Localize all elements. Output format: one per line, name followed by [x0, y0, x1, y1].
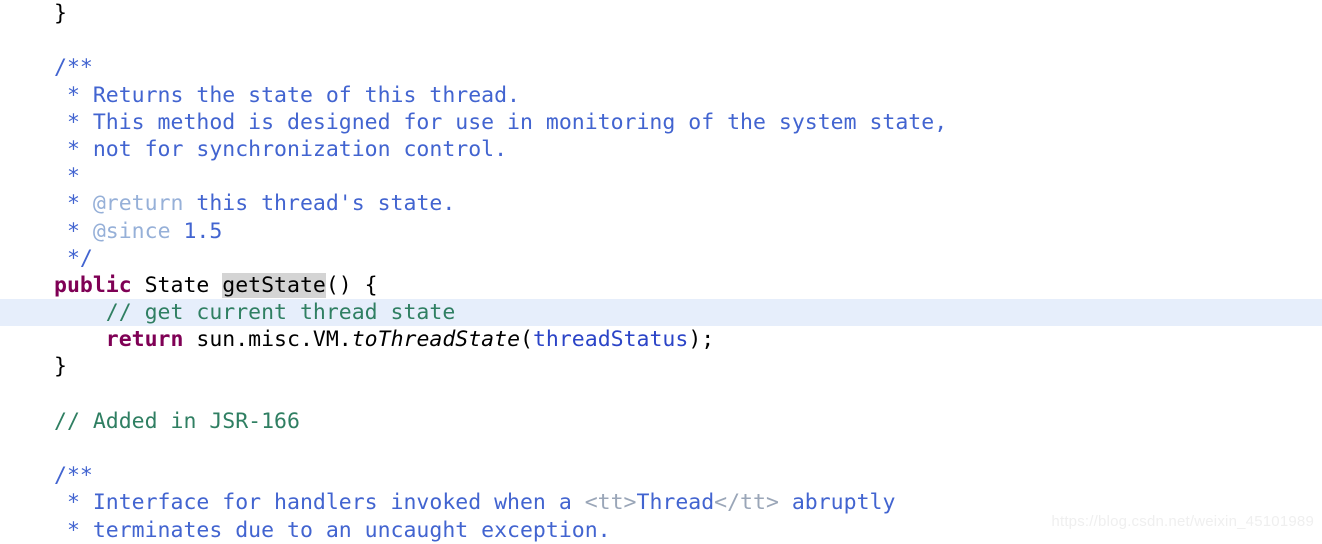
code-line[interactable]: [0, 27, 1322, 54]
code-line[interactable]: * This method is designed for use in mon…: [0, 109, 1322, 136]
code-token: * Interface for handlers invoked when a: [54, 490, 585, 516]
code-line[interactable]: * @return this thread's state.: [0, 190, 1322, 217]
code-token: State: [131, 272, 223, 298]
code-line[interactable]: }: [0, 0, 1322, 27]
code-token: * This method is designed for use in mon…: [54, 109, 948, 135]
code-token: @since: [92, 218, 171, 244]
code-token: *: [54, 164, 80, 190]
code-token: );: [688, 327, 715, 353]
code-token: @return: [92, 191, 184, 217]
code-token: <tt>: [584, 490, 637, 516]
code-token: Thread: [636, 490, 715, 516]
code-lines-container[interactable]: } /** * Returns the state of this thread…: [0, 0, 1322, 544]
code-token: sun.misc.VM.: [183, 327, 352, 353]
code-token: * Returns the state of this thread.: [54, 82, 520, 108]
code-line[interactable]: * @since 1.5: [0, 218, 1322, 245]
code-token: (: [520, 327, 533, 353]
code-token: 1.5: [170, 218, 223, 244]
code-token: */: [54, 245, 93, 271]
code-line[interactable]: // Added in JSR-166: [0, 408, 1322, 435]
code-token: /**: [54, 463, 93, 489]
code-line[interactable]: * Returns the state of this thread.: [0, 82, 1322, 109]
code-line[interactable]: public State getState() {: [0, 272, 1322, 299]
code-token: }: [54, 1, 67, 26]
code-token: *: [54, 191, 93, 217]
code-token: *: [54, 218, 93, 244]
code-line[interactable]: [0, 381, 1322, 408]
code-token: public: [54, 272, 132, 298]
code-token: threadStatus: [532, 327, 689, 353]
watermark-text: https://blog.csdn.net/weixin_45101989: [1051, 513, 1314, 530]
code-token: abruptly: [778, 490, 896, 516]
code-token: return: [105, 327, 184, 353]
code-editor-viewport[interactable]: } /** * Returns the state of this thread…: [0, 0, 1322, 543]
code-token: </tt>: [714, 490, 779, 516]
code-line[interactable]: /**: [0, 54, 1322, 81]
code-token: * terminates due to an uncaught exceptio…: [54, 517, 611, 543]
code-token: this thread's state.: [183, 191, 456, 217]
selected-occurrence-token: getState: [222, 272, 326, 298]
code-line[interactable]: * not for synchronization control.: [0, 136, 1322, 163]
code-line[interactable]: [0, 435, 1322, 462]
code-token: toThreadState: [351, 327, 521, 353]
code-token: * not for synchronization control.: [54, 136, 508, 162]
code-token: /**: [54, 55, 93, 81]
code-token: // get current thread state: [54, 300, 456, 326]
code-line-current[interactable]: // get current thread state: [0, 299, 1322, 327]
code-token: }: [54, 354, 67, 380]
code-line[interactable]: }: [0, 353, 1322, 380]
code-line[interactable]: return sun.misc.VM.toThreadState(threadS…: [0, 326, 1322, 353]
code-line[interactable]: /**: [0, 462, 1322, 489]
code-line[interactable]: *: [0, 163, 1322, 190]
code-line[interactable]: */: [0, 245, 1322, 272]
code-token: () {: [325, 272, 378, 298]
code-token: // Added in JSR-166: [54, 408, 300, 434]
